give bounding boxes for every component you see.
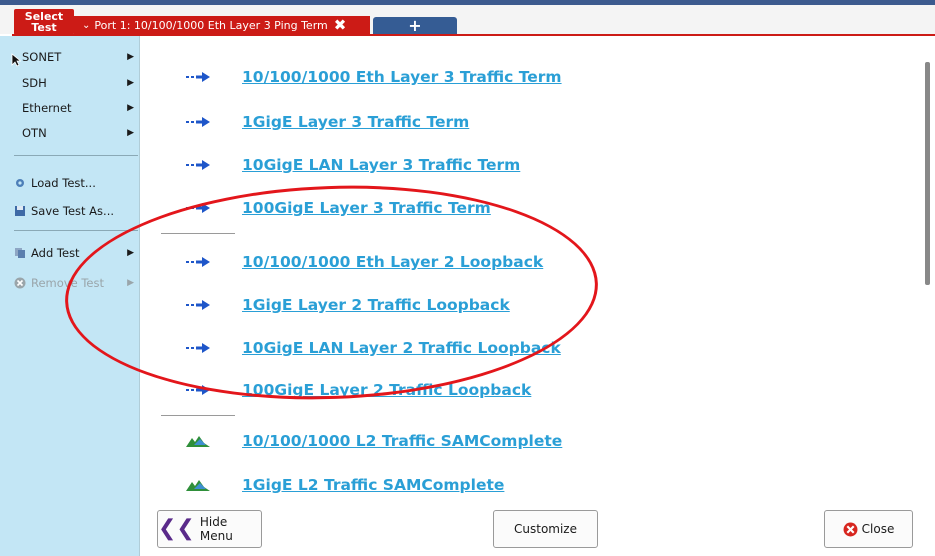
traffic-arrow-icon	[186, 343, 210, 353]
gear-icon	[16, 179, 24, 187]
test-item[interactable]: 100GigE Layer 3 Traffic Term	[140, 193, 900, 223]
sidebar-item-label: SDH	[22, 76, 47, 90]
list-separator	[161, 233, 235, 234]
test-item[interactable]: 100GigE Layer 2 Traffic Loopback	[140, 375, 900, 405]
sidebar-item-otn[interactable]: OTN ▶	[0, 122, 139, 144]
test-tab-port1[interactable]: ⌄ Port 1: 10/100/1000 Eth Layer 3 Ping T…	[74, 16, 370, 34]
sidebar-item-save-test-as[interactable]: Save Test As...	[0, 200, 139, 222]
select-test-label-line2: Test	[31, 21, 57, 34]
menu-divider	[14, 230, 138, 231]
test-item[interactable]: 10GigE LAN Layer 3 Traffic Term	[140, 150, 900, 180]
test-item[interactable]: 10/100/1000 L2 Traffic SAMComplete	[140, 426, 900, 456]
submenu-arrow-icon: ▶	[127, 278, 134, 288]
test-link[interactable]: 10GigE LAN Layer 3 Traffic Term	[242, 156, 520, 174]
select-test-menu: SONET ▶ SDH ▶ Ethernet ▶ OTN ▶ Load Test…	[0, 36, 140, 556]
test-link[interactable]: 100GigE Layer 2 Traffic Loopback	[242, 381, 531, 399]
hide-menu-button[interactable]: ❮❮ Hide Menu	[157, 510, 262, 548]
sidebar-item-remove-test: Remove Test ▶	[0, 272, 139, 294]
close-button[interactable]: Close	[824, 510, 913, 548]
close-label: Close	[861, 522, 895, 536]
test-item[interactable]: 1GigE Layer 2 Traffic Loopback	[140, 290, 900, 320]
test-item[interactable]: 10GigE LAN Layer 2 Traffic Loopback	[140, 333, 900, 363]
close-tab-icon[interactable]: ✖	[334, 18, 347, 33]
traffic-arrow-icon	[186, 72, 210, 82]
submenu-arrow-icon: ▶	[127, 78, 134, 88]
traffic-arrow-icon	[186, 385, 210, 395]
sidebar-item-label: Add Test	[31, 246, 80, 260]
traffic-arrow-icon	[186, 257, 210, 267]
chevron-down-icon[interactable]: ⌄	[82, 20, 90, 31]
submenu-arrow-icon: ▶	[127, 248, 134, 258]
add-tab-button[interactable]: +	[373, 17, 457, 35]
test-link[interactable]: 100GigE Layer 3 Traffic Term	[242, 199, 491, 217]
sidebar-item-label: OTN	[22, 126, 47, 140]
remove-icon	[14, 277, 26, 289]
test-link[interactable]: 1GigE L2 Traffic SAMComplete	[242, 476, 504, 494]
submenu-arrow-icon: ▶	[127, 52, 134, 62]
traffic-arrow-icon	[186, 160, 210, 170]
window-top-border	[0, 0, 935, 5]
sidebar-item-label: SONET	[22, 50, 62, 64]
test-item[interactable]: 1GigE L2 Traffic SAMComplete	[140, 470, 900, 500]
test-item[interactable]: 1GigE Layer 3 Traffic Term	[140, 107, 900, 137]
test-link[interactable]: 1GigE Layer 2 Traffic Loopback	[242, 296, 510, 314]
select-test-button[interactable]: Select Test	[14, 9, 74, 35]
traffic-arrow-icon	[186, 300, 210, 310]
sidebar-item-add-test[interactable]: Add Test ▶	[0, 242, 139, 264]
mouse-cursor-icon	[11, 53, 21, 67]
hide-menu-label: Hide Menu	[199, 515, 233, 543]
test-item[interactable]: 10/100/1000 Eth Layer 2 Loopback	[140, 247, 900, 277]
customize-button[interactable]: Customize	[493, 510, 598, 548]
tab-underline	[12, 34, 935, 36]
sidebar-item-sdh[interactable]: SDH ▶	[0, 72, 139, 94]
submenu-arrow-icon: ▶	[127, 128, 134, 138]
sidebar-item-label: Save Test As...	[31, 204, 115, 218]
test-link[interactable]: 10/100/1000 L2 Traffic SAMComplete	[242, 432, 562, 450]
sidebar-item-ethernet[interactable]: Ethernet ▶	[0, 97, 139, 119]
tab-label: Port 1: 10/100/1000 Eth Layer 3 Ping Ter…	[94, 18, 328, 32]
samcomplete-icon	[186, 480, 210, 491]
plus-icon: +	[408, 16, 422, 35]
list-separator	[161, 415, 235, 416]
test-link[interactable]: 10GigE LAN Layer 2 Traffic Loopback	[242, 339, 561, 357]
double-chevron-left-icon: ❮❮	[158, 516, 195, 541]
sidebar-item-label: Remove Test	[31, 276, 104, 290]
sidebar-item-label: Ethernet	[22, 101, 72, 115]
traffic-arrow-icon	[186, 117, 210, 127]
scrollbar[interactable]	[925, 62, 930, 285]
samcomplete-icon	[186, 436, 210, 447]
test-item[interactable]: 10/100/1000 Eth Layer 3 Traffic Term	[140, 62, 900, 92]
test-link[interactable]: 10/100/1000 Eth Layer 2 Loopback	[242, 253, 543, 271]
submenu-arrow-icon: ▶	[127, 103, 134, 113]
close-icon	[843, 522, 858, 536]
sidebar-item-label: Load Test...	[31, 176, 96, 190]
customize-label: Customize	[514, 522, 577, 536]
menu-divider	[14, 155, 138, 156]
test-link[interactable]: 1GigE Layer 3 Traffic Term	[242, 113, 469, 131]
save-icon	[15, 206, 25, 216]
add-test-icon	[15, 248, 25, 258]
sidebar-item-load-test[interactable]: Load Test...	[0, 172, 139, 194]
test-link[interactable]: 10/100/1000 Eth Layer 3 Traffic Term	[242, 68, 562, 86]
traffic-arrow-icon	[186, 203, 210, 213]
footer-bar: ❮❮ Hide Menu Customize Close	[140, 505, 935, 556]
